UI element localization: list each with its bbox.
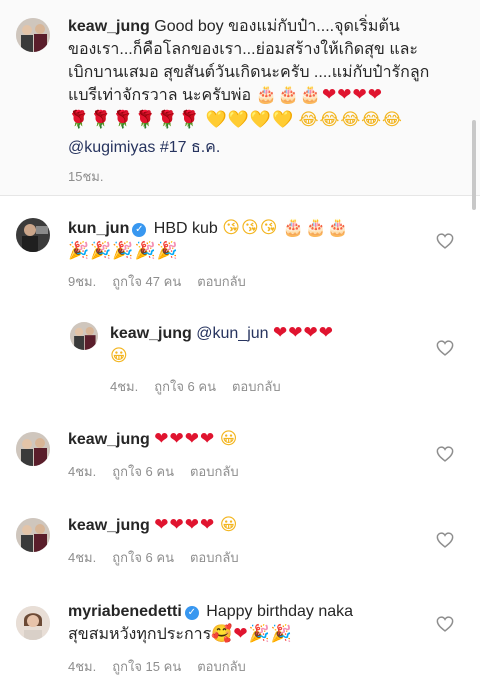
caption-emoji-cakes-hearts: 🎂🎂🎂❤❤❤❤	[255, 85, 384, 105]
comment-1-reply-button[interactable]: ตอบกลับ	[197, 271, 246, 292]
comment-3-body: keaw_jung ❤❤❤❤ 😀	[68, 428, 408, 451]
caption-avatar[interactable]	[16, 18, 50, 52]
comment-1-body: kun_jun ✓ HBD kub 😘😘😘 🎂🎂🎂 🎉🎉🎉🎉🎉	[68, 217, 428, 263]
scrollbar[interactable]	[472, 120, 476, 210]
comment-2-body: keaw_jung @kun_jun ❤❤❤❤ 😀	[110, 322, 430, 368]
verified-badge-icon: ✓	[132, 223, 147, 237]
caption-date-tag[interactable]: #17 ธ.ค.	[160, 139, 221, 156]
comment-5-meta: 4ชม. ถูกใจ 15 คน ตอบกลับ	[68, 656, 246, 677]
comment-4-body: keaw_jung ❤❤❤❤ 😀	[68, 514, 408, 537]
comment-5-reply-button[interactable]: ตอบกลับ	[197, 656, 246, 677]
comment-2-mention-link[interactable]: @kun_jun	[196, 325, 268, 342]
comment-5-username[interactable]: myriabenedetti	[68, 603, 182, 620]
comment-3-time: 4ชม.	[68, 464, 97, 479]
comment-avatar-keaw-jung-3[interactable]	[16, 432, 50, 466]
comment-2-username[interactable]: keaw_jung	[110, 325, 192, 342]
comment-5-likes[interactable]: ถูกใจ 15 คน	[112, 656, 181, 677]
comment-5-like-icon[interactable]	[436, 616, 454, 632]
comment-avatar-keaw-jung-4[interactable]	[16, 518, 50, 552]
comment-1-likes[interactable]: ถูกใจ 47 คน	[112, 271, 181, 292]
comment-avatar-keaw-jung-reply[interactable]	[70, 322, 98, 350]
comment-2-like-icon[interactable]	[436, 340, 454, 356]
caption-emoji-roses: 🌹🌹🌹🌹🌹🌹	[68, 110, 202, 130]
comment-5-time: 4ชม.	[68, 659, 97, 674]
comment-4-like-icon[interactable]	[436, 532, 454, 548]
comment-4-username[interactable]: keaw_jung	[68, 517, 150, 534]
comment-4-likes[interactable]: ถูกใจ 6 คน	[112, 547, 174, 568]
caption-mention-link[interactable]: @kugimiyas	[68, 139, 155, 156]
verified-badge-icon: ✓	[184, 606, 199, 620]
comment-1-time: 9ชม.	[68, 274, 97, 289]
comment-1-cake-emoji: 🎂🎂🎂	[282, 218, 350, 238]
caption-emoji-yellow-hearts: 💛💛💛💛	[205, 110, 295, 130]
comment-4-grin-emoji: 😀	[219, 515, 239, 535]
comment-avatar-myriabenedetti[interactable]	[16, 606, 50, 640]
comment-3-likes[interactable]: ถูกใจ 6 คน	[112, 461, 174, 482]
comment-5-text-line-2: สุขสมหวังทุกประการ	[68, 626, 212, 643]
comment-2-time: 4ชม.	[110, 379, 139, 394]
comment-1-text: HBD kub	[153, 220, 218, 237]
comment-3-hearts-emoji: ❤❤❤❤	[154, 429, 216, 449]
comment-avatar-kun-jun[interactable]	[16, 218, 50, 252]
comment-2-reply-button[interactable]: ตอบกลับ	[232, 376, 281, 397]
comment-4-time: 4ชม.	[68, 550, 97, 565]
caption-emoji-laughing: 😂😂😂😂😂	[298, 110, 403, 130]
comment-3-meta: 4ชม. ถูกใจ 6 คน ตอบกลับ	[68, 461, 239, 482]
comment-4-reply-button[interactable]: ตอบกลับ	[190, 547, 239, 568]
comment-1-kiss-emoji: 😘😘😘	[222, 218, 279, 238]
caption-line-1: Good boy ของแม่กับป๋า....จุดเริ่มต้น	[154, 18, 400, 35]
comment-1-username[interactable]: kun_jun	[68, 220, 129, 237]
comment-3-username[interactable]: keaw_jung	[68, 431, 150, 448]
comment-5-text: Happy birthday naka	[206, 603, 354, 620]
comment-3-reply-button[interactable]: ตอบกลับ	[190, 461, 239, 482]
comment-2-hearts-emoji: ❤❤❤❤	[273, 323, 334, 343]
comment-5-body: myriabenedetti ✓ Happy birthday naka สุขส…	[68, 600, 428, 646]
comment-3-like-icon[interactable]	[436, 446, 454, 462]
caption-line-3: เบิกบานเสมอ สุขสันต์วันเกิดนะครับ ....แม…	[68, 64, 430, 81]
comment-2-likes[interactable]: ถูกใจ 6 คน	[154, 376, 216, 397]
comment-5-emoji: 🥰❤🎉🎉	[211, 624, 293, 644]
caption-text: keaw_jung Good boy ของแม่กับป๋า....จุดเร…	[68, 15, 468, 159]
caption-username[interactable]: keaw_jung	[68, 18, 150, 35]
comment-1-like-icon[interactable]	[436, 233, 454, 249]
caption-line-4: แบรีเท่าจักรวาล นะครับพ่อ	[68, 87, 252, 104]
comment-2-meta: 4ชม. ถูกใจ 6 คน ตอบกลับ	[110, 376, 281, 397]
comment-2-grin-emoji: 😀	[110, 346, 129, 366]
caption-meta: 15ชม.	[68, 166, 103, 187]
comment-1-meta: 9ชม. ถูกใจ 47 คน ตอบกลับ	[68, 271, 246, 292]
comment-3-grin-emoji: 😀	[219, 429, 239, 449]
comment-4-meta: 4ชม. ถูกใจ 6 คน ตอบกลับ	[68, 547, 239, 568]
comment-1-party-emoji: 🎉🎉🎉🎉🎉	[68, 241, 179, 261]
caption-line-2: ของเรา...ก็คือโลกของเรา...ย่อมสร้างให้เก…	[68, 41, 419, 58]
caption-time: 15ชม.	[68, 169, 104, 184]
comment-4-hearts-emoji: ❤❤❤❤	[154, 515, 216, 535]
